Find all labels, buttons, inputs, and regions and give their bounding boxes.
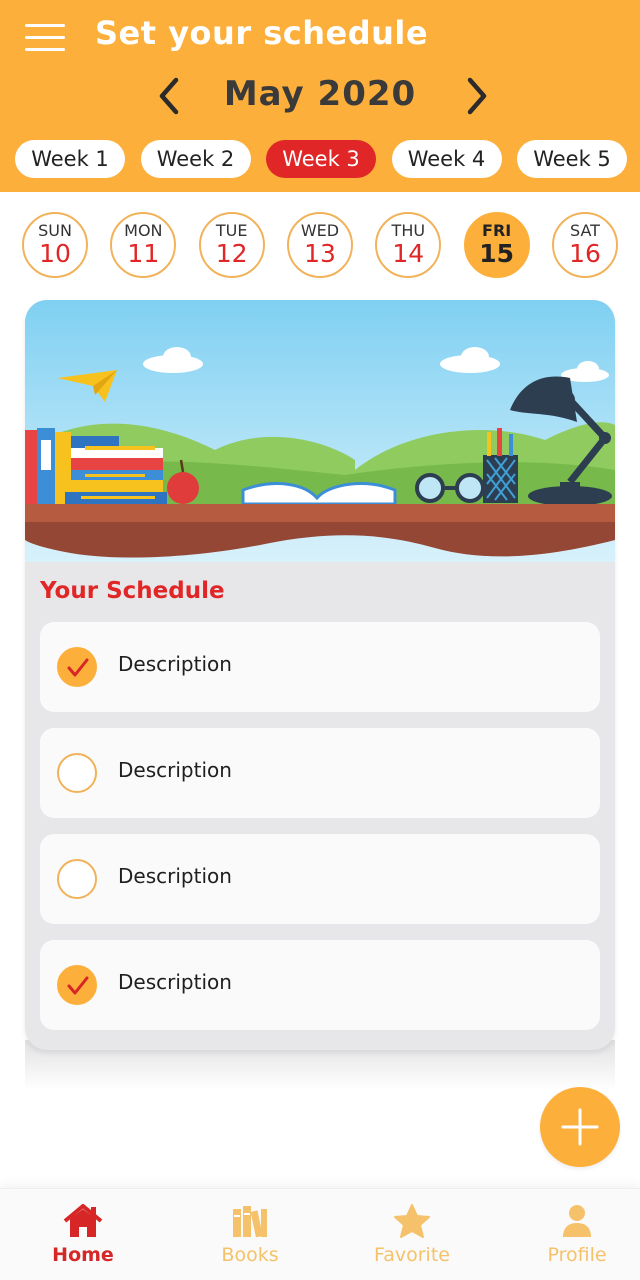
app-header: Set your schedule May 2020 Week 1 Week 2… xyxy=(0,0,640,192)
user-icon xyxy=(563,1205,591,1237)
tab-week-4[interactable]: Week 4 xyxy=(391,140,502,178)
star-icon xyxy=(394,1204,430,1238)
nav-label: Home xyxy=(52,1244,114,1266)
chevron-left-icon[interactable] xyxy=(152,76,188,116)
checkmark-icon xyxy=(67,658,89,677)
day-number: 12 xyxy=(215,239,248,268)
bottom-navigation: Home Books Favorite Profile xyxy=(0,1188,640,1280)
checkbox-checked[interactable] xyxy=(57,965,97,1005)
day-selector: SUN 10 MON 11 TUE 12 WED 13 THU 14 FRI 1… xyxy=(22,212,618,280)
nav-label: Favorite xyxy=(374,1244,450,1266)
month-selector: May 2020 xyxy=(0,70,640,120)
day-name: MON xyxy=(124,221,163,240)
day-name: FRI xyxy=(482,221,512,240)
schedule-item[interactable]: Description xyxy=(40,728,600,818)
schedule-item-label: Description xyxy=(118,970,232,994)
day-mon[interactable]: MON 11 xyxy=(110,212,177,278)
tab-week-2[interactable]: Week 2 xyxy=(140,140,251,178)
checkbox-checked[interactable] xyxy=(57,647,97,687)
tab-week-3[interactable]: Week 3 xyxy=(266,140,376,178)
page-title: Set your schedule xyxy=(95,14,429,52)
week-tabs: Week 1 Week 2 Week 3 Week 4 Week 5 xyxy=(15,140,627,178)
day-tue[interactable]: TUE 12 xyxy=(198,212,265,278)
nav-home[interactable]: Home xyxy=(3,1189,163,1280)
schedule-item-label: Description xyxy=(118,758,232,782)
day-name: SAT xyxy=(570,221,600,240)
nav-label: Profile xyxy=(547,1244,607,1266)
schedule-item[interactable]: Description xyxy=(40,834,600,924)
schedule-item[interactable]: Description xyxy=(40,940,600,1030)
day-thu[interactable]: THU 14 xyxy=(375,212,442,278)
section-title: Your Schedule xyxy=(40,578,225,604)
day-number: 10 xyxy=(39,239,71,268)
day-fri[interactable]: FRI 15 xyxy=(463,212,530,278)
home-icon xyxy=(63,1204,103,1237)
desk-illustration xyxy=(25,300,615,562)
schedule-item-label: Description xyxy=(118,864,232,888)
day-name: THU xyxy=(391,221,426,240)
day-sun[interactable]: SUN 10 xyxy=(22,212,88,278)
hamburger-menu-icon[interactable] xyxy=(25,22,65,54)
day-name: TUE xyxy=(215,221,248,240)
month-label: May 2020 xyxy=(223,74,417,114)
plus-icon xyxy=(561,1108,599,1146)
day-name: SUN xyxy=(38,221,72,240)
chevron-right-icon[interactable] xyxy=(458,76,494,116)
nav-label: Books xyxy=(221,1244,279,1266)
checkmark-icon xyxy=(67,976,89,995)
day-number: 15 xyxy=(479,239,515,268)
day-number: 11 xyxy=(127,239,160,268)
checkbox-unchecked[interactable] xyxy=(57,859,97,899)
day-sat[interactable]: SAT 16 xyxy=(551,212,618,278)
day-wed[interactable]: WED 13 xyxy=(286,212,353,278)
add-button[interactable] xyxy=(540,1087,620,1167)
schedule-item-label: Description xyxy=(118,652,232,676)
nav-favorite[interactable]: Favorite xyxy=(332,1189,492,1280)
nav-profile[interactable]: Profile xyxy=(497,1189,640,1280)
day-number: 14 xyxy=(392,239,425,268)
tab-week-1[interactable]: Week 1 xyxy=(15,140,125,178)
day-number: 16 xyxy=(569,239,601,268)
day-number: 13 xyxy=(304,239,336,268)
schedule-screen: Set your schedule May 2020 Week 1 Week 2… xyxy=(0,0,640,1280)
checkbox-unchecked[interactable] xyxy=(57,753,97,793)
nav-books[interactable]: Books xyxy=(170,1189,330,1280)
tab-week-5[interactable]: Week 5 xyxy=(517,140,627,178)
schedule-card: Your Schedule Description Description De… xyxy=(25,300,615,1050)
day-name: WED xyxy=(300,221,340,240)
schedule-item[interactable]: Description xyxy=(40,622,600,712)
books-icon xyxy=(233,1206,267,1238)
